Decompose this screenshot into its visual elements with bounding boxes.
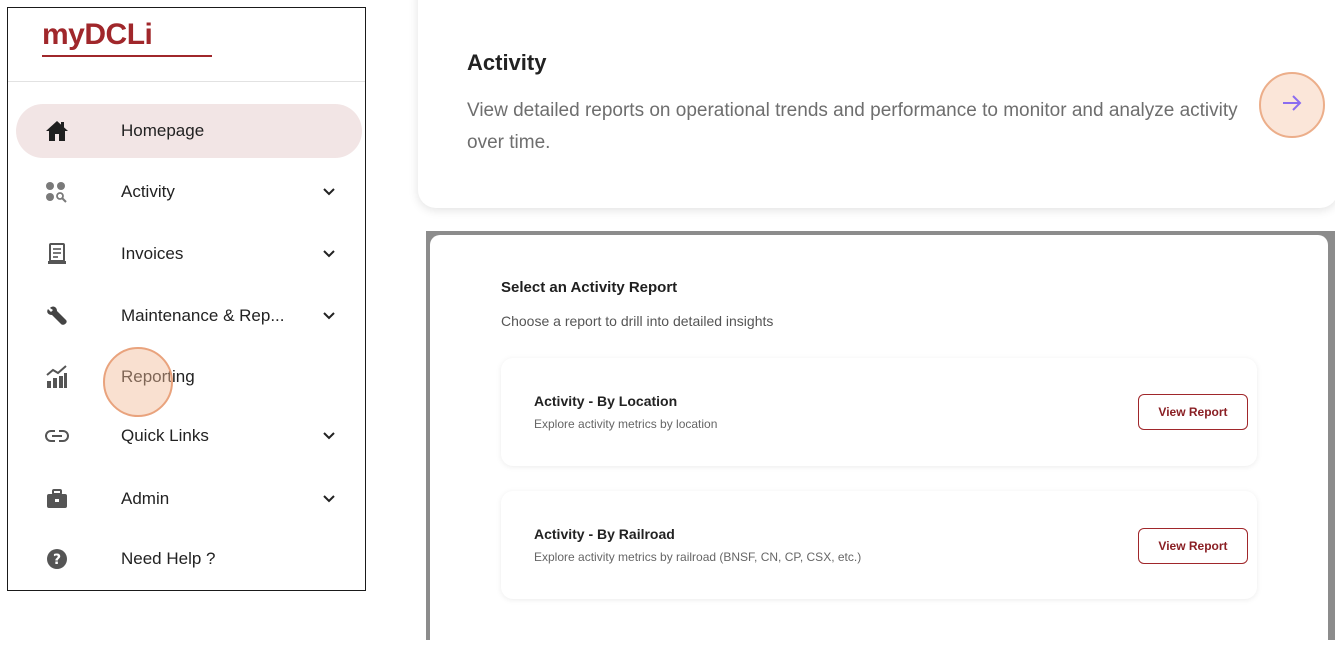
logo-area: myDCLi	[8, 8, 365, 82]
activity-card-description: View detailed reports on operational tre…	[467, 100, 1238, 153]
sidebar-item-label: Admin	[121, 489, 170, 508]
report-panel-subtitle: Choose a report to drill into detailed i…	[501, 313, 774, 329]
reporting-chart-icon	[44, 364, 70, 390]
activity-open-button[interactable]	[1259, 72, 1325, 138]
brand-logo[interactable]: myDCLi	[42, 18, 153, 52]
view-report-button[interactable]: View Report	[1138, 528, 1248, 564]
sidebar-item-activity[interactable]: Activity	[16, 165, 362, 219]
report-card-by-railroad: Activity - By Railroad Explore activity …	[501, 491, 1257, 599]
help-icon: ?	[44, 546, 70, 572]
view-report-button[interactable]: View Report	[1138, 394, 1248, 430]
activity-card-title: Activity	[467, 50, 547, 75]
sidebar-item-label: Invoices	[121, 244, 184, 263]
sidebar-item-label: Activity	[121, 182, 175, 201]
chevron-down-icon[interactable]	[322, 429, 336, 443]
logo-underline	[42, 55, 212, 57]
report-panel-title: Select an Activity Report	[501, 279, 678, 296]
sidebar-item-label: Quick Links	[121, 426, 209, 445]
sidebar-item-admin[interactable]: Admin	[16, 472, 362, 526]
link-icon	[44, 423, 70, 449]
chevron-down-icon[interactable]	[322, 492, 336, 506]
sidebar-item-label: Reporting	[121, 367, 195, 386]
report-title: Activity - By Railroad	[534, 526, 675, 542]
chevron-down-icon[interactable]	[322, 309, 336, 323]
activity-dots-search-icon	[44, 179, 70, 205]
wrench-icon	[44, 303, 70, 329]
chevron-down-icon[interactable]	[322, 247, 336, 261]
chevron-down-icon[interactable]	[322, 185, 336, 199]
sidebar-item-quick-links[interactable]: Quick Links	[16, 409, 362, 463]
sidebar-item-homepage[interactable]: Homepage	[16, 104, 362, 158]
sidebar: myDCLi Homepage Activity Invoices Mainte…	[7, 7, 366, 591]
activity-card: Activity View detailed reports on operat…	[418, 0, 1335, 208]
report-card-by-location: Activity - By Location Explore activity …	[501, 358, 1257, 466]
sidebar-item-invoices[interactable]: Invoices	[16, 227, 362, 281]
svg-text:?: ?	[53, 552, 61, 568]
report-description: Explore activity metrics by railroad (BN…	[534, 550, 862, 564]
briefcase-icon	[44, 486, 70, 512]
report-panel: Select an Activity Report Choose a repor…	[430, 235, 1328, 650]
sidebar-item-label: Need Help ?	[121, 549, 216, 568]
arrow-right-icon	[1281, 94, 1303, 116]
report-title: Activity - By Location	[534, 393, 678, 409]
report-description: Explore activity metrics by location	[534, 417, 718, 431]
sidebar-item-maintenance[interactable]: Maintenance & Rep...	[16, 289, 362, 343]
sidebar-item-reporting[interactable]: Reporting	[16, 350, 362, 404]
sidebar-item-need-help[interactable]: ? Need Help ?	[16, 532, 362, 586]
home-icon	[44, 118, 70, 144]
sidebar-item-label: Homepage	[121, 121, 205, 140]
invoice-icon	[44, 241, 70, 267]
sidebar-item-label: Maintenance & Rep...	[121, 306, 285, 325]
